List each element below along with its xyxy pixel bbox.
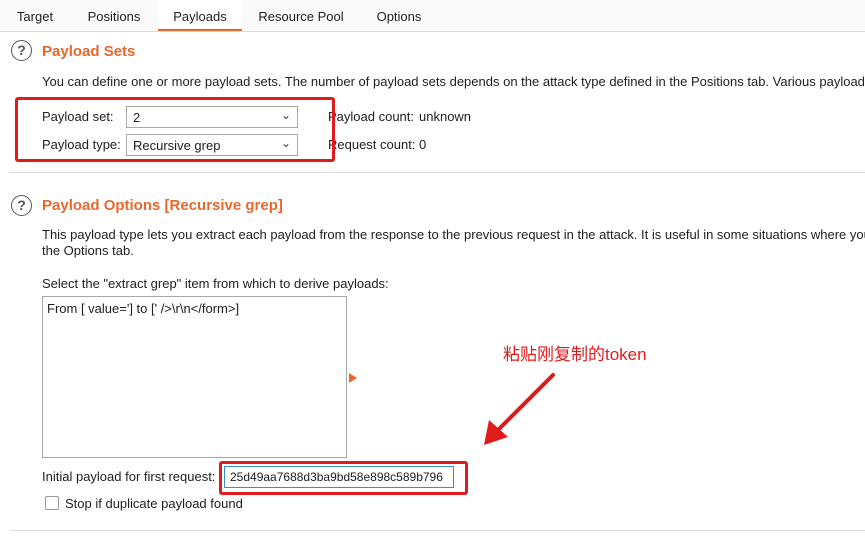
- payload-count-label: Payload count:: [328, 109, 415, 124]
- payload-options-title: Payload Options [Recursive grep]: [42, 197, 283, 214]
- initial-payload-label: Initial payload for first request:: [42, 469, 216, 484]
- tab-bar: Target Positions Payloads Resource Pool …: [0, 0, 865, 32]
- payload-options-description-cont: the Options tab.: [42, 243, 134, 258]
- help-icon[interactable]: ?: [11, 40, 32, 61]
- tab-resource-pool[interactable]: Resource Pool: [249, 0, 353, 30]
- stop-duplicate-label: Stop if duplicate payload found: [65, 496, 243, 511]
- stop-duplicate-checkbox[interactable]: [45, 496, 59, 510]
- payload-options-description: This payload type lets you extract each …: [42, 227, 865, 242]
- payload-sets-title: Payload Sets: [42, 43, 136, 60]
- annotation-text: 粘贴刚复制的token: [503, 345, 647, 364]
- section-divider: [10, 172, 865, 173]
- expand-arrow-icon[interactable]: [349, 373, 357, 383]
- extract-grep-list[interactable]: From [ value='] to [' />\r\n</form>]: [42, 296, 347, 458]
- tab-positions[interactable]: Positions: [74, 0, 154, 30]
- section-divider: [10, 530, 865, 531]
- highlight-box: [219, 461, 468, 495]
- list-item[interactable]: From [ value='] to [' />\r\n</form>]: [47, 301, 239, 316]
- tab-options[interactable]: Options: [364, 0, 434, 30]
- tab-payloads[interactable]: Payloads: [158, 0, 242, 31]
- payload-count-value: unknown: [419, 109, 472, 124]
- tab-target[interactable]: Target: [6, 0, 64, 30]
- payload-sets-description: You can define one or more payload sets.…: [42, 74, 865, 89]
- highlight-box: [15, 97, 335, 162]
- request-count-value: 0: [419, 137, 427, 152]
- request-count-label: Request count:: [328, 137, 416, 152]
- help-icon[interactable]: ?: [11, 195, 32, 216]
- extract-grep-label: Select the "extract grep" item from whic…: [42, 276, 389, 291]
- red-arrow-icon: [484, 373, 555, 445]
